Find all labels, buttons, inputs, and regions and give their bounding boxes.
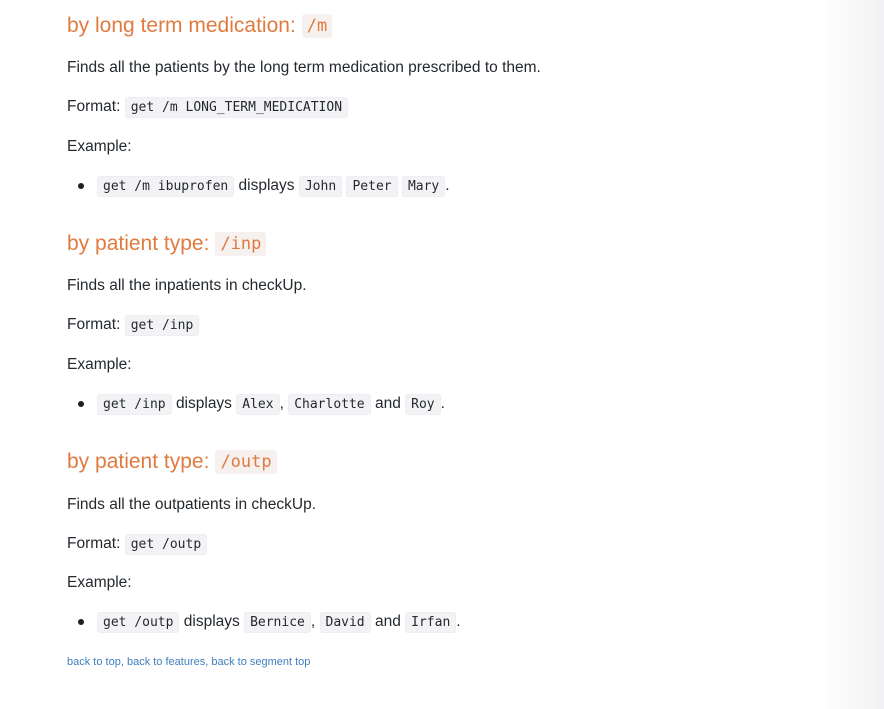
format-code: get /inp (124, 315, 200, 336)
result-name: Bernice (244, 612, 311, 633)
example-list: get /outp displays Bernice, David and Ir… (67, 612, 461, 633)
back-to-features-link[interactable]: back to features (127, 656, 205, 668)
section-long-term-medication: by long term medication: /m Finds all th… (67, 11, 847, 197)
format-line: Format: get /m LONG_TERM_MEDICATION (67, 97, 349, 118)
bullet-icon (78, 183, 84, 189)
example-label: Example: (67, 574, 132, 591)
section-inpatient: by patient type: /inp Finds all the inpa… (67, 229, 847, 415)
result-name: David (319, 612, 371, 633)
section-description: Finds all the patients by the long term … (67, 59, 541, 76)
bullet-icon (78, 401, 84, 407)
section-description: Finds all the inpatients in checkUp. (67, 277, 307, 294)
section-outpatient: by patient type: /outp Finds all the out… (67, 447, 847, 633)
period: . (445, 177, 450, 194)
separator: , (205, 656, 209, 668)
heading-code: /m (301, 14, 333, 38)
format-code: get /m LONG_TERM_MEDICATION (124, 97, 349, 118)
heading-text: by patient type: (67, 232, 210, 255)
example-command: get /outp (97, 612, 180, 633)
result-name: Mary (401, 176, 446, 197)
result-name: Peter (346, 176, 398, 197)
format-line: Format: get /inp (67, 315, 200, 336)
displays-text: displays (238, 177, 295, 194)
format-label: Format: (67, 316, 121, 333)
example-label: Example: (67, 138, 132, 155)
list-item: get /inp displays Alex, Charlotte and Ro… (67, 394, 445, 415)
section-heading: by patient type: /inp (67, 229, 847, 259)
period: . (440, 395, 445, 412)
separator: and (374, 395, 401, 412)
heading-text: by long term medication: (67, 14, 296, 37)
format-label: Format: (67, 98, 121, 115)
example-label: Example: (67, 356, 132, 373)
period: . (456, 613, 461, 630)
format-label: Format: (67, 535, 121, 552)
heading-code: /inp (215, 232, 267, 256)
result-name: Alex (236, 394, 280, 415)
section-heading: by patient type: /outp (67, 447, 847, 477)
example-command: get /m ibuprofen (97, 176, 235, 197)
displays-text: displays (175, 395, 232, 412)
format-code: get /outp (124, 534, 208, 555)
heading-text: by patient type: (67, 450, 210, 473)
heading-code: /outp (215, 450, 277, 474)
list-item: get /outp displays Bernice, David and Ir… (67, 612, 461, 633)
result-name: Charlotte (288, 394, 371, 415)
format-line: Format: get /outp (67, 534, 208, 555)
back-to-top-link[interactable]: back to top (67, 656, 121, 668)
result-name: John (298, 176, 343, 197)
back-to-segment-top-link[interactable]: back to segment top (211, 656, 310, 668)
separator: , (310, 613, 316, 630)
example-list: get /inp displays Alex, Charlotte and Ro… (67, 394, 445, 415)
result-name: Roy (405, 394, 441, 415)
separator: and (374, 613, 401, 630)
bullet-icon (78, 619, 84, 625)
separator: , (279, 395, 284, 412)
footer-links: back to top, back to features, back to s… (67, 656, 310, 668)
list-item: get /m ibuprofen displays John Peter Mar… (67, 176, 450, 197)
example-list: get /m ibuprofen displays John Peter Mar… (67, 176, 450, 197)
displays-text: displays (183, 613, 240, 630)
example-command: get /inp (97, 394, 172, 415)
result-name: Irfan (405, 612, 457, 633)
separator: , (120, 656, 124, 668)
section-description: Finds all the outpatients in checkUp. (67, 496, 316, 513)
section-heading: by long term medication: /m (67, 11, 847, 41)
